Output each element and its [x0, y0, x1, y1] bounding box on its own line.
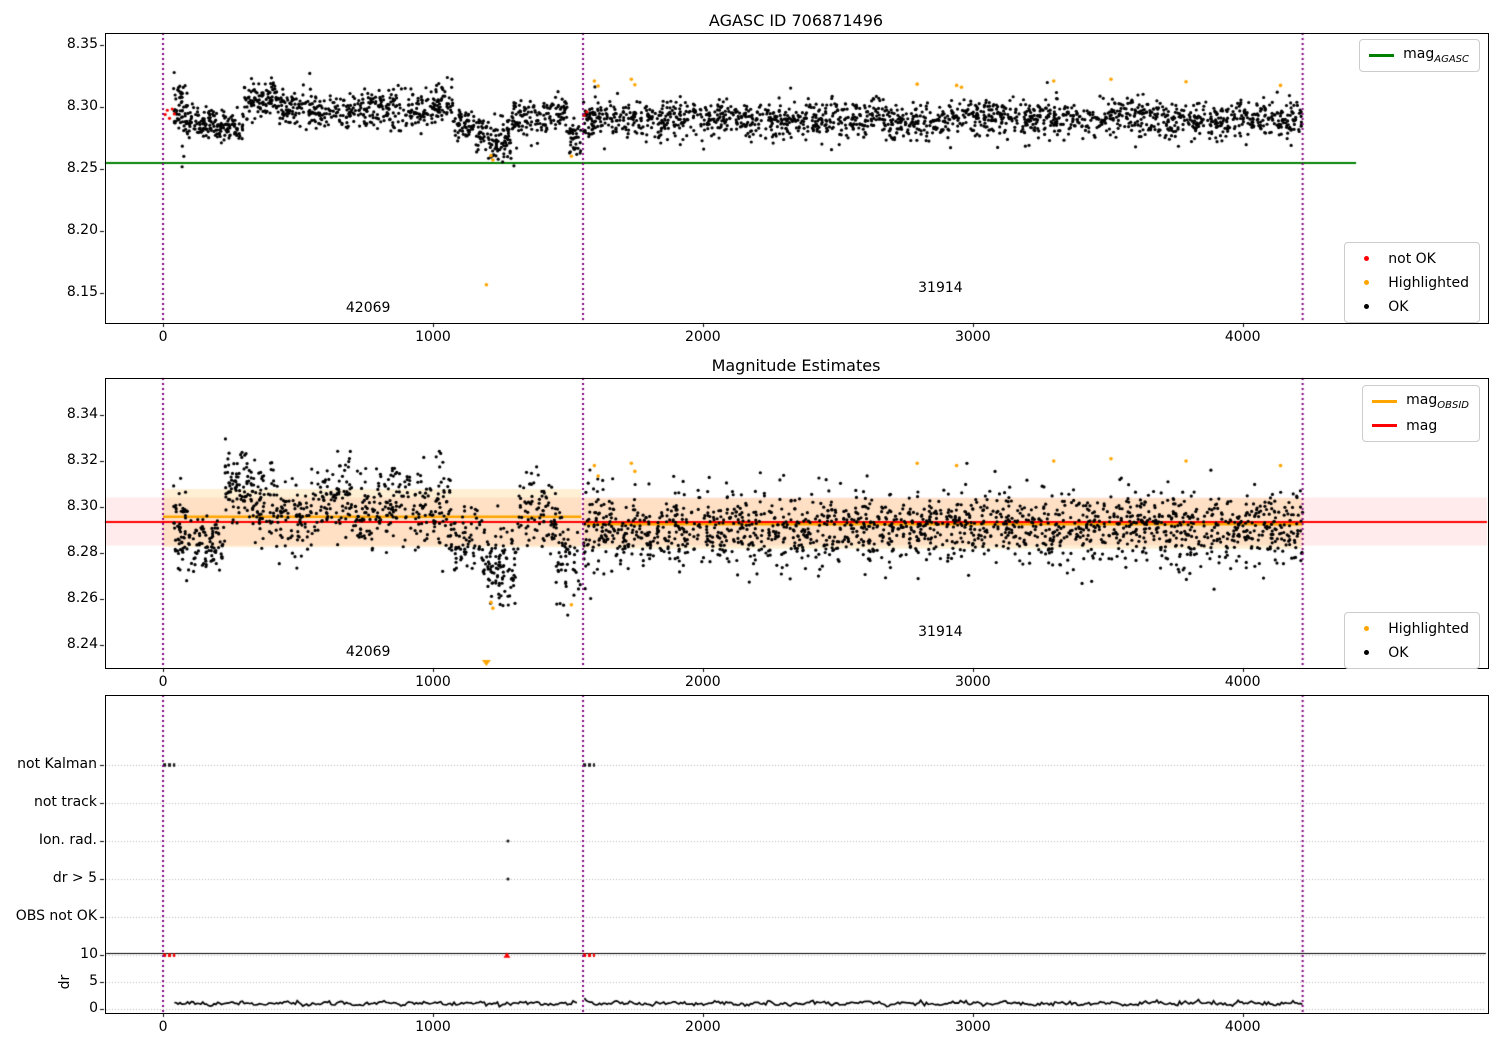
legend-dot-mark: [1353, 650, 1379, 655]
legend-point-types-middle-panel: Highlighted OK: [1344, 612, 1480, 669]
y-tick-label: 8.34: [66, 406, 98, 423]
top-panel-axes: [105, 33, 1489, 324]
legend-item-mag: mag: [1371, 415, 1469, 436]
y-tick-label: 8.32: [66, 451, 98, 468]
y-tick-label: 8.28: [66, 543, 98, 560]
legend-item-ok: OK: [1353, 296, 1469, 317]
legend-label: Highlighted: [1388, 274, 1469, 291]
top-panel-title: AGASC ID 706871496: [708, 11, 884, 30]
flag-label-not-kalman: not Kalman: [17, 756, 97, 772]
flag-label-dr-gt-5: dr > 5: [52, 870, 97, 886]
y-tick-label: 8.24: [66, 635, 98, 652]
x-tick-label: 2000: [685, 1019, 721, 1035]
flag-label-ion-rad: Ion. rad.: [38, 832, 97, 848]
legend-label: OK: [1388, 298, 1409, 315]
bottom-panel-axes: [105, 695, 1489, 1014]
y-tick-label: 8.26: [66, 589, 98, 606]
legend-mag-agasc: magAGASC: [1359, 39, 1480, 72]
x-tick-label: 3000: [954, 329, 991, 345]
legend-dot-mark: [1353, 304, 1379, 309]
legend-item-ok: OK: [1353, 642, 1469, 663]
flag-label-not-track: not track: [33, 794, 97, 810]
flag-label-obs-not-ok: OBS not OK: [15, 908, 97, 924]
x-tick-label: 2000: [685, 329, 721, 345]
x-tick-label: 1000: [415, 329, 451, 345]
x-tick-label: 0: [158, 674, 168, 690]
legend-dot-mark: [1353, 280, 1379, 285]
legend-item-mag-obsid: magOBSID: [1371, 391, 1469, 412]
legend-item-mag-agasc: magAGASC: [1368, 45, 1469, 66]
x-tick-label: 0: [158, 1019, 168, 1035]
legend-label: magOBSID: [1406, 392, 1469, 411]
legend-label: Highlighted: [1388, 620, 1469, 637]
x-tick-label: 4000: [1224, 329, 1261, 345]
legend-label: mag: [1406, 417, 1438, 434]
legend-dot-mark: [1353, 626, 1379, 631]
legend-item-not-ok: not OK: [1353, 248, 1469, 269]
middle-panel-title: Magnitude Estimates: [711, 356, 881, 375]
legend-label: magAGASC: [1403, 46, 1469, 65]
legend-line-mark: [1371, 424, 1397, 427]
y-tick-label: 8.30: [66, 497, 98, 514]
legend-line-mark: [1371, 400, 1397, 403]
legend-label: not OK: [1388, 250, 1436, 267]
y-tick-label: 8.20: [66, 222, 98, 239]
x-tick-label: 0: [158, 329, 168, 345]
x-tick-label: 4000: [1224, 1019, 1261, 1035]
legend-item-highlighted: Highlighted: [1353, 272, 1469, 293]
dr-tick-label: 5: [89, 973, 98, 990]
y-tick-label: 8.30: [66, 98, 98, 115]
x-tick-label: 1000: [415, 1019, 451, 1035]
y-tick-label: 8.15: [66, 284, 98, 301]
x-tick-label: 3000: [954, 1019, 991, 1035]
x-tick-label: 1000: [415, 674, 451, 690]
legend-mag-obsid: magOBSID mag: [1362, 385, 1480, 442]
figure: AGASC ID 706871496 Magnitude Estimates m…: [0, 0, 1500, 1050]
legend-point-types-top-panel: not OK Highlighted OK: [1344, 242, 1480, 323]
legend-dot-mark: [1353, 256, 1379, 261]
x-tick-label: 3000: [954, 674, 991, 690]
dr-tick-label: 0: [89, 999, 98, 1016]
legend-label: OK: [1388, 644, 1409, 661]
obsid-annotation-31914-top: 31914: [918, 280, 963, 297]
legend-item-highlighted: Highlighted: [1353, 618, 1469, 639]
y-tick-label: 8.25: [66, 160, 98, 177]
dr-tick-label: 10: [80, 946, 98, 963]
x-tick-label: 2000: [685, 674, 721, 690]
legend-line-mark: [1368, 54, 1394, 57]
x-tick-label: 4000: [1224, 674, 1261, 690]
obsid-annotation-42069-middle: 42069: [345, 643, 391, 660]
obsid-annotation-42069-top: 42069: [345, 300, 391, 317]
y-tick-label: 8.35: [66, 36, 98, 53]
middle-panel-axes: [105, 378, 1489, 669]
obsid-annotation-31914-middle: 31914: [918, 624, 963, 641]
